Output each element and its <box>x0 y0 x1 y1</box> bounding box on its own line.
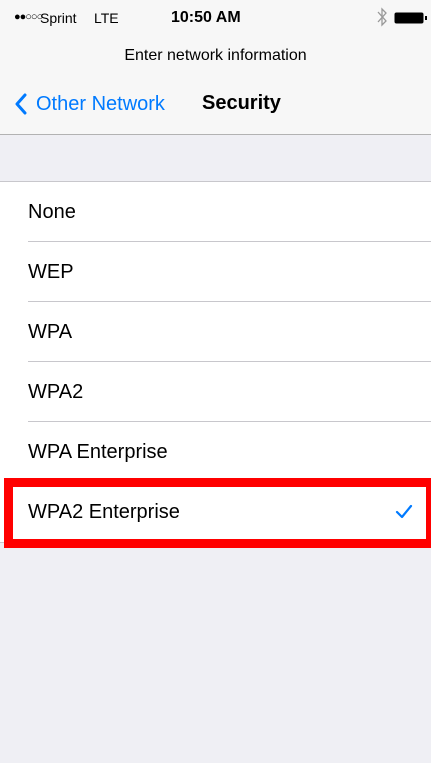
security-options-list: None WEP WPA WPA2 WPA Enterprise WPA2 En… <box>0 181 431 543</box>
chevron-left-icon <box>15 93 27 115</box>
clock: 10:50 AM <box>171 9 241 26</box>
checkmark-icon <box>395 504 413 519</box>
back-button[interactable]: Other Network <box>14 88 165 120</box>
option-label: WPA <box>28 321 73 343</box>
carrier-name: Sprint <box>40 10 77 26</box>
network-type: LTE <box>94 10 119 26</box>
battery-icon <box>394 12 427 24</box>
option-wpa[interactable]: WPA <box>0 302 431 362</box>
option-wpa2[interactable]: WPA2 <box>0 362 431 422</box>
option-none[interactable]: None <box>0 182 431 242</box>
option-label: WPA2 Enterprise <box>28 501 180 523</box>
option-wpa-enterprise[interactable]: WPA Enterprise <box>0 422 431 482</box>
status-bar: ●●○○○ Sprint LTE 10:50 AM <box>0 0 431 38</box>
option-wpa2-enterprise[interactable]: WPA2 Enterprise <box>0 482 431 542</box>
option-label: WPA Enterprise <box>28 441 168 463</box>
signal-strength: ●●○○○ <box>14 11 43 23</box>
network-info-prompt: Enter network information <box>0 38 431 74</box>
option-wep[interactable]: WEP <box>0 242 431 302</box>
back-button-label: Other Network <box>36 92 165 115</box>
option-label: WEP <box>28 261 74 283</box>
navigation-bar: Other Network Security <box>0 74 431 135</box>
page-title: Security <box>202 92 281 114</box>
bluetooth-icon <box>377 7 387 27</box>
option-label: WPA2 <box>28 381 84 403</box>
option-label: None <box>28 201 76 223</box>
